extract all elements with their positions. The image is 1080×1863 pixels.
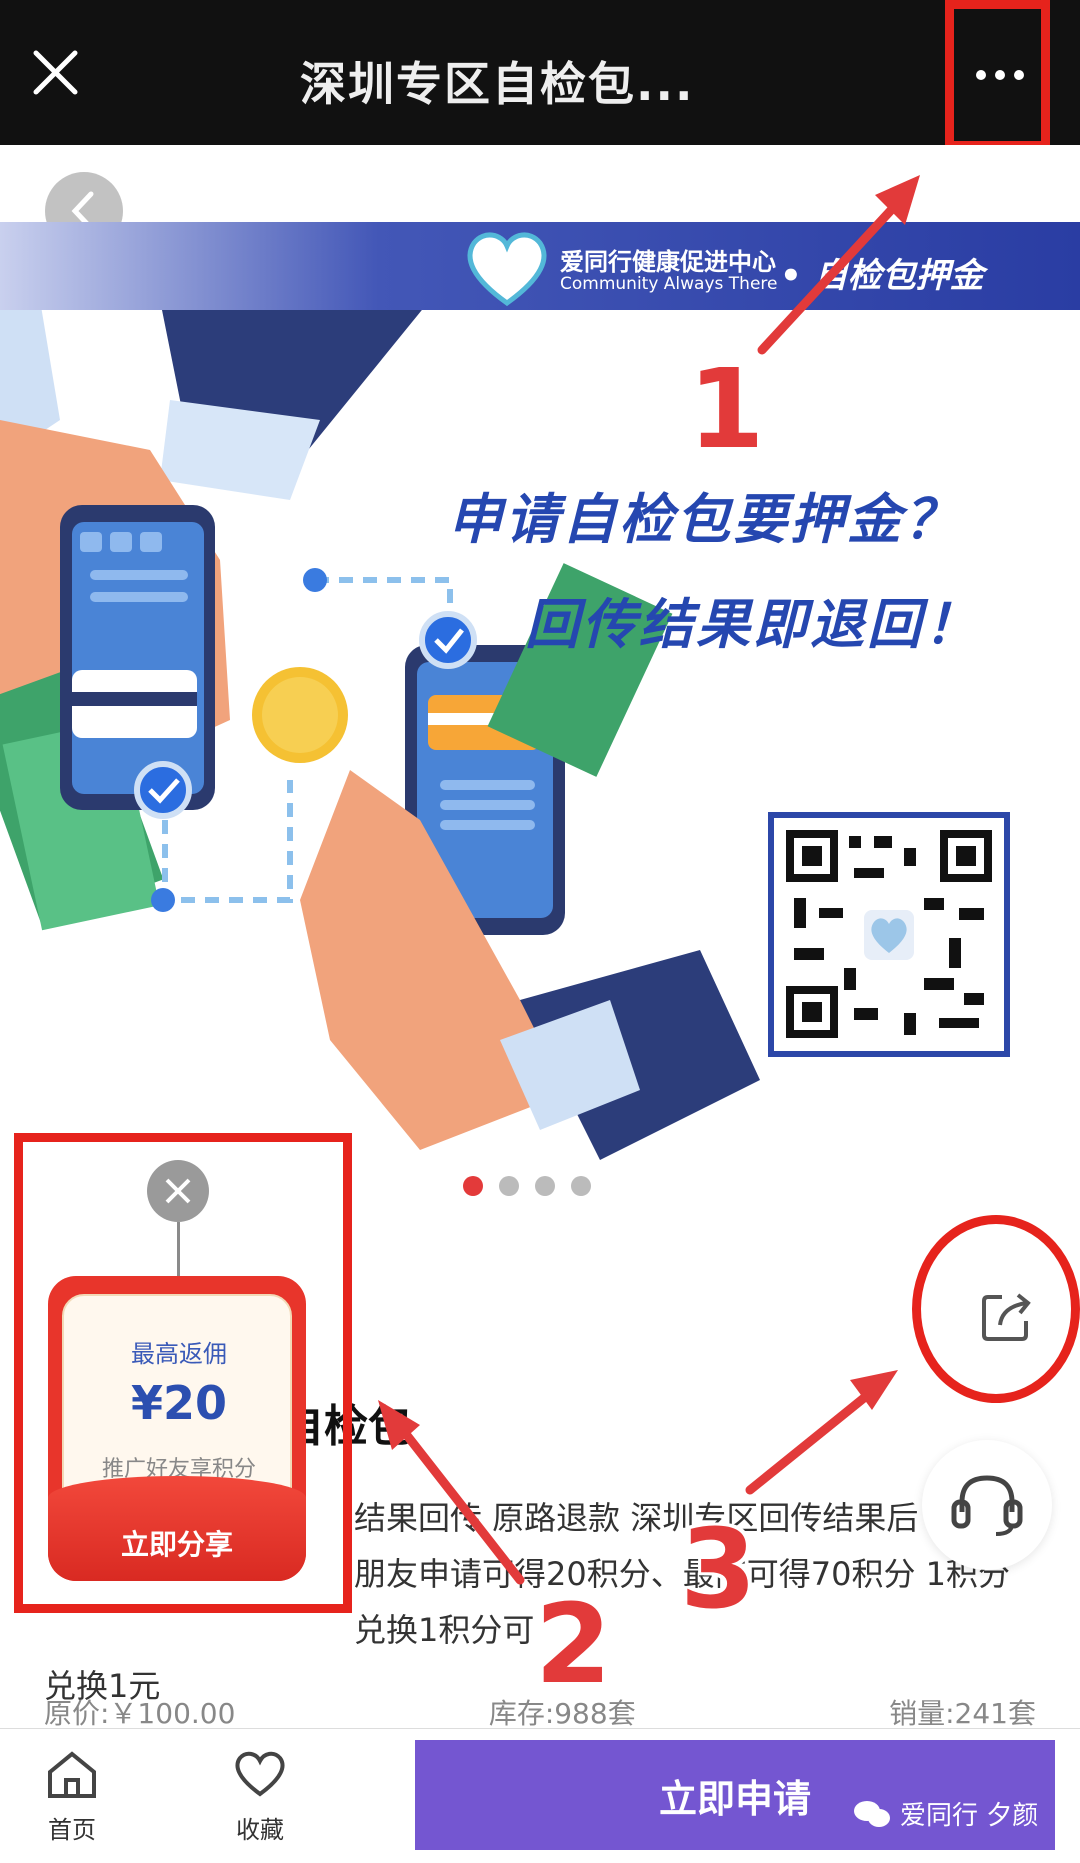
annotation-number-2: 2 (535, 1580, 612, 1708)
tab-favorite-label: 收藏 (236, 1816, 284, 1844)
qr-code (768, 812, 1010, 1057)
annotation-number-1: 1 (688, 345, 765, 473)
sales-count: 销量:241套 (889, 1697, 1036, 1730)
brand-name: 爱同行健康促进中心 (560, 248, 776, 276)
wechat-icon (854, 1800, 890, 1827)
close-icon[interactable] (28, 45, 83, 100)
original-price: 原价:￥100.00 (44, 1697, 236, 1730)
illustration-image (0, 300, 760, 1160)
annotation-box-more (945, 0, 1050, 150)
annotation-circle-share (912, 1215, 1080, 1403)
banner-headline-1: 申请自检包要押金？ (448, 488, 961, 551)
top-nav-bar: 深圳专区自检包... (0, 0, 1080, 145)
heart-icon (235, 1751, 285, 1797)
tab-home[interactable]: 首页 (17, 1748, 127, 1845)
brand-subtitle: Community Always There (560, 274, 778, 294)
tab-home-label: 首页 (48, 1816, 96, 1844)
watermark: 爱同行 夕颜 (852, 1795, 1038, 1832)
home-icon (48, 1751, 96, 1798)
watermark-text: 爱同行 夕颜 (900, 1801, 1039, 1831)
carousel-dot[interactable] (571, 1176, 591, 1196)
carousel-dot[interactable] (499, 1176, 519, 1196)
headset-icon (951, 1475, 1023, 1536)
heart-logo-icon (467, 232, 547, 307)
page-title: 深圳专区自检包... (300, 57, 695, 111)
tab-favorite[interactable]: 收藏 (205, 1748, 315, 1845)
carousel-dot[interactable] (463, 1176, 483, 1196)
customer-service-button[interactable] (922, 1440, 1052, 1570)
banner-headline-2: 回传结果即退回！ (525, 593, 981, 656)
carousel-indicator (463, 1176, 591, 1196)
annotation-box-popup (14, 1133, 352, 1613)
brand-tag: • 自检包押金 (780, 256, 984, 296)
carousel-dot[interactable] (535, 1176, 555, 1196)
annotation-number-3: 3 (680, 1505, 757, 1633)
